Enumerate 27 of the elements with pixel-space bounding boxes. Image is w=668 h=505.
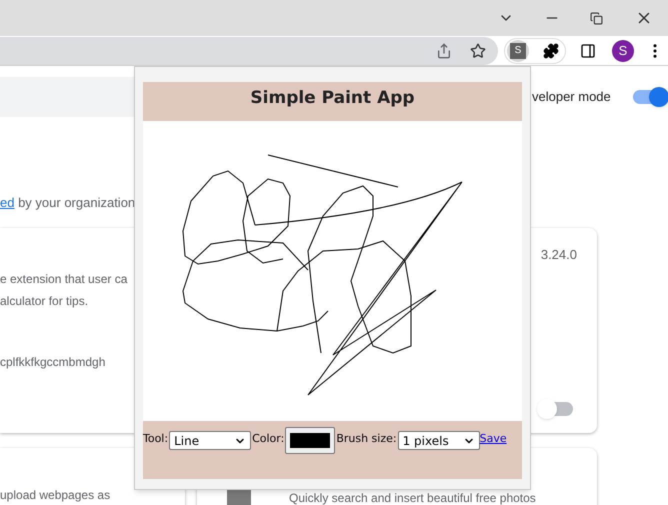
description-text: alculator for tips. [0,292,90,310]
share-icon[interactable] [436,42,452,58]
toggle-switch[interactable] [632,90,667,104]
developer-mode-label: veloper mode [532,88,611,106]
description-text: Quickly search and insert beautiful free photos [289,490,536,505]
restore-icon[interactable] [590,12,603,24]
brush-size-select[interactable]: 1 pixels [398,431,480,450]
drawing-canvas[interactable] [143,121,522,421]
popup-title: Simple Paint App [250,87,415,110]
extension-button[interactable]: S [507,40,529,62]
color-picker[interactable] [285,427,336,454]
description-text: upload webpages as [0,486,112,504]
save-link[interactable]: Save [480,431,507,448]
side-panel-icon[interactable] [580,42,596,58]
puzzle-icon[interactable] [543,42,559,58]
brush-size-label: Brush size: [336,431,397,447]
notice-text: by your organization [17,194,136,212]
notice-link[interactable]: ed [0,193,14,212]
tool-label: Tool: [143,431,168,447]
version-text: 3.24.0 [540,246,577,264]
color-label: Color: [252,431,284,447]
extension-id: cplfkkfkgccmbmdgh [0,354,106,370]
toggle-switch[interactable] [539,402,573,416]
profile-avatar[interactable]: S [612,40,634,62]
description-text: e extension that user ca [0,270,128,288]
tool-select[interactable]: Line [169,431,252,450]
bookmark-star-icon[interactable] [470,42,486,58]
